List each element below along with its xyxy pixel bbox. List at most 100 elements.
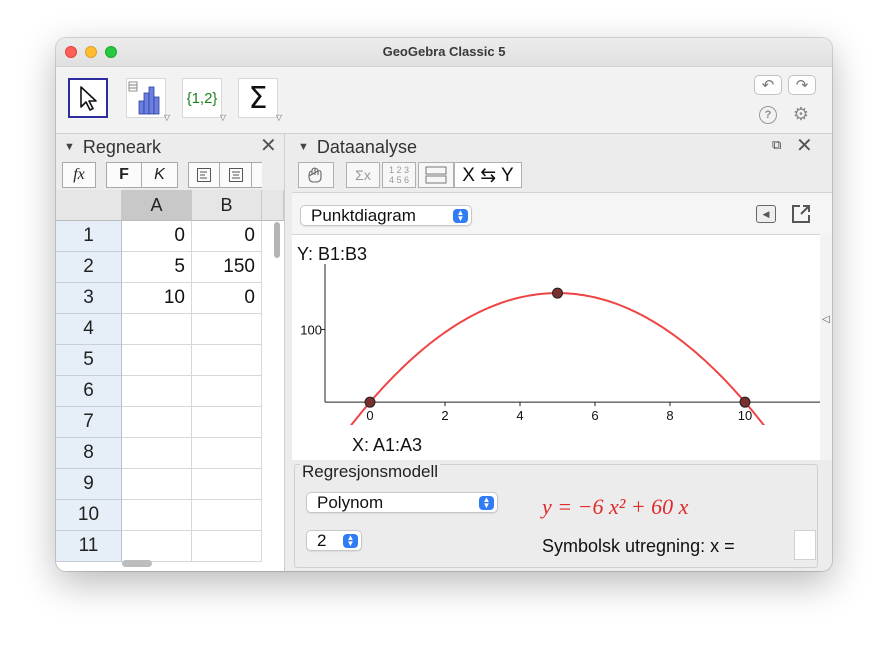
side-panel-handle[interactable]: ◁: [820, 234, 832, 460]
row-header[interactable]: 8: [56, 438, 122, 469]
cell-b6[interactable]: [192, 376, 262, 407]
close-spreadsheet-icon[interactable]: ✕: [260, 134, 277, 158]
align-center-button[interactable]: [220, 162, 252, 188]
cell-b5[interactable]: [192, 345, 262, 376]
cell-a8[interactable]: [122, 438, 192, 469]
select-arrows-icon: ▲ ▼: [343, 534, 358, 548]
cell-b3[interactable]: 0: [192, 283, 262, 314]
expand-triangle-icon[interactable]: ◁: [822, 314, 830, 325]
drag-hand-button[interactable]: [298, 162, 334, 188]
row-header[interactable]: 7: [56, 407, 122, 438]
cell-b7[interactable]: [192, 407, 262, 438]
polynomial-degree-select[interactable]: 2 ▲ ▼: [306, 530, 362, 551]
collapse-triangle-icon[interactable]: ▼: [64, 141, 75, 153]
align-right-button[interactable]: [252, 162, 262, 188]
cell-b1[interactable]: 0: [192, 221, 262, 252]
cursor-arrow-icon: [80, 86, 97, 111]
row-header[interactable]: 4: [56, 314, 122, 345]
one-variable-analysis-tool-button[interactable]: ▽: [126, 78, 170, 122]
column-header-b[interactable]: B: [192, 190, 262, 221]
row-header[interactable]: 5: [56, 345, 122, 376]
main-toolbar: ▽ {1,2} ▽ Σ ▽ ↶ ↷ ? ⚙: [56, 66, 832, 134]
row-header[interactable]: 3: [56, 283, 122, 314]
close-data-analysis-icon[interactable]: ✕: [796, 134, 813, 158]
show-options-icon[interactable]: ◀: [756, 205, 776, 223]
list-braces-icon: {1,2}: [186, 89, 218, 107]
histogram-icon: [128, 81, 160, 115]
tool-menu-triangle-icon: ▽: [275, 113, 282, 122]
move-tool-button[interactable]: [68, 78, 108, 118]
help-icon[interactable]: ?: [759, 106, 777, 124]
cell-a6[interactable]: [122, 376, 192, 407]
y-tick-label: 100: [300, 322, 322, 337]
sigma-icon: Σ: [248, 80, 268, 116]
x-tick-label: 2: [441, 408, 448, 423]
cell-b8[interactable]: [192, 438, 262, 469]
spreadsheet-grid: A B 1 0 0 2 5 150 3 10 0 4 5 6 7 8 9 10 …: [56, 190, 284, 571]
polynomial-degree-value: 2: [317, 530, 327, 550]
cell-b9[interactable]: [192, 469, 262, 500]
horizontal-scrollbar[interactable]: [122, 560, 152, 567]
cell-a9[interactable]: [122, 469, 192, 500]
cell-a10[interactable]: [122, 500, 192, 531]
column-header-c[interactable]: [262, 190, 284, 221]
fx-button[interactable]: fx: [62, 162, 96, 188]
collapse-triangle-icon[interactable]: ▼: [298, 141, 309, 153]
row-header[interactable]: 9: [56, 469, 122, 500]
cell-a1[interactable]: 0: [122, 221, 192, 252]
cell-a4[interactable]: [122, 314, 192, 345]
sum-tool-button[interactable]: Σ ▽: [238, 78, 282, 122]
regression-model-select[interactable]: Polynom ▲ ▼: [306, 492, 498, 513]
row-header[interactable]: 10: [56, 500, 122, 531]
scatter-plot-svg: 0 2 4 6 8 10 100: [300, 264, 820, 425]
x-tick-label: 6: [591, 408, 598, 423]
cell-a5[interactable]: [122, 345, 192, 376]
row-header[interactable]: 2: [56, 252, 122, 283]
panel-divider[interactable]: [284, 134, 290, 571]
layout-button[interactable]: [418, 162, 454, 188]
cell-a7[interactable]: [122, 407, 192, 438]
undock-icon[interactable]: ⧉: [772, 137, 781, 153]
gear-icon[interactable]: ⚙: [792, 104, 810, 124]
symbolic-x-input[interactable]: [794, 530, 816, 560]
export-icon[interactable]: [790, 203, 812, 225]
plot-options-bar: Punktdiagram ▲ ▼ ◀: [292, 192, 832, 234]
tool-menu-triangle-icon: ▽: [163, 113, 170, 122]
window-title: GeoGebra Classic 5: [382, 44, 506, 59]
corner-header[interactable]: [56, 190, 122, 221]
row-header[interactable]: 1: [56, 221, 122, 252]
statistics-button[interactable]: Σx: [346, 162, 380, 188]
cell-b2[interactable]: 150: [192, 252, 262, 283]
undo-button[interactable]: ↶: [754, 75, 782, 95]
spreadsheet-header: ▼ Regneark: [64, 134, 161, 160]
align-left-button[interactable]: [188, 162, 220, 188]
data-analysis-title: Dataanalyse: [316, 136, 417, 157]
spreadsheet-title: Regneark: [82, 136, 161, 157]
row-header[interactable]: 11: [56, 531, 122, 562]
column-header-a[interactable]: A: [122, 190, 192, 221]
redo-button[interactable]: ↷: [788, 75, 816, 95]
cell-a3[interactable]: 10: [122, 283, 192, 314]
cell-a11[interactable]: [122, 531, 192, 562]
geogebra-window: GeoGebra Classic 5 ▽ {1,2} ▽ Σ ▽ ↶ ↷ ? ⚙…: [56, 38, 832, 571]
cell-a2[interactable]: 5: [122, 252, 192, 283]
redo-icon: ↷: [795, 77, 809, 94]
show-data-button[interactable]: 1 2 3 4 5 6: [382, 162, 416, 188]
italic-button[interactable]: K: [142, 162, 178, 188]
row-header[interactable]: 6: [56, 376, 122, 407]
title-bar: GeoGebra Classic 5: [56, 38, 832, 66]
scatter-plot-area[interactable]: Y: B1:B3 X: A1:A3 0 2 4 6 8 10 100: [292, 234, 820, 460]
plot-type-value: Punktdiagram: [311, 205, 416, 225]
cell-b10[interactable]: [192, 500, 262, 531]
cell-b4[interactable]: [192, 314, 262, 345]
regression-curve: [350, 292, 765, 425]
regression-model-value: Polynom: [317, 492, 384, 512]
data-point: [739, 396, 751, 408]
plot-type-select[interactable]: Punktdiagram ▲ ▼: [300, 205, 472, 226]
cell-b11[interactable]: [192, 531, 262, 562]
list-tool-button[interactable]: {1,2} ▽: [182, 78, 226, 122]
bold-button[interactable]: F: [106, 162, 142, 188]
swap-xy-button[interactable]: X ⇆ Y: [454, 162, 522, 188]
vertical-scrollbar[interactable]: [274, 222, 280, 258]
x-tick-label: 10: [738, 408, 752, 423]
